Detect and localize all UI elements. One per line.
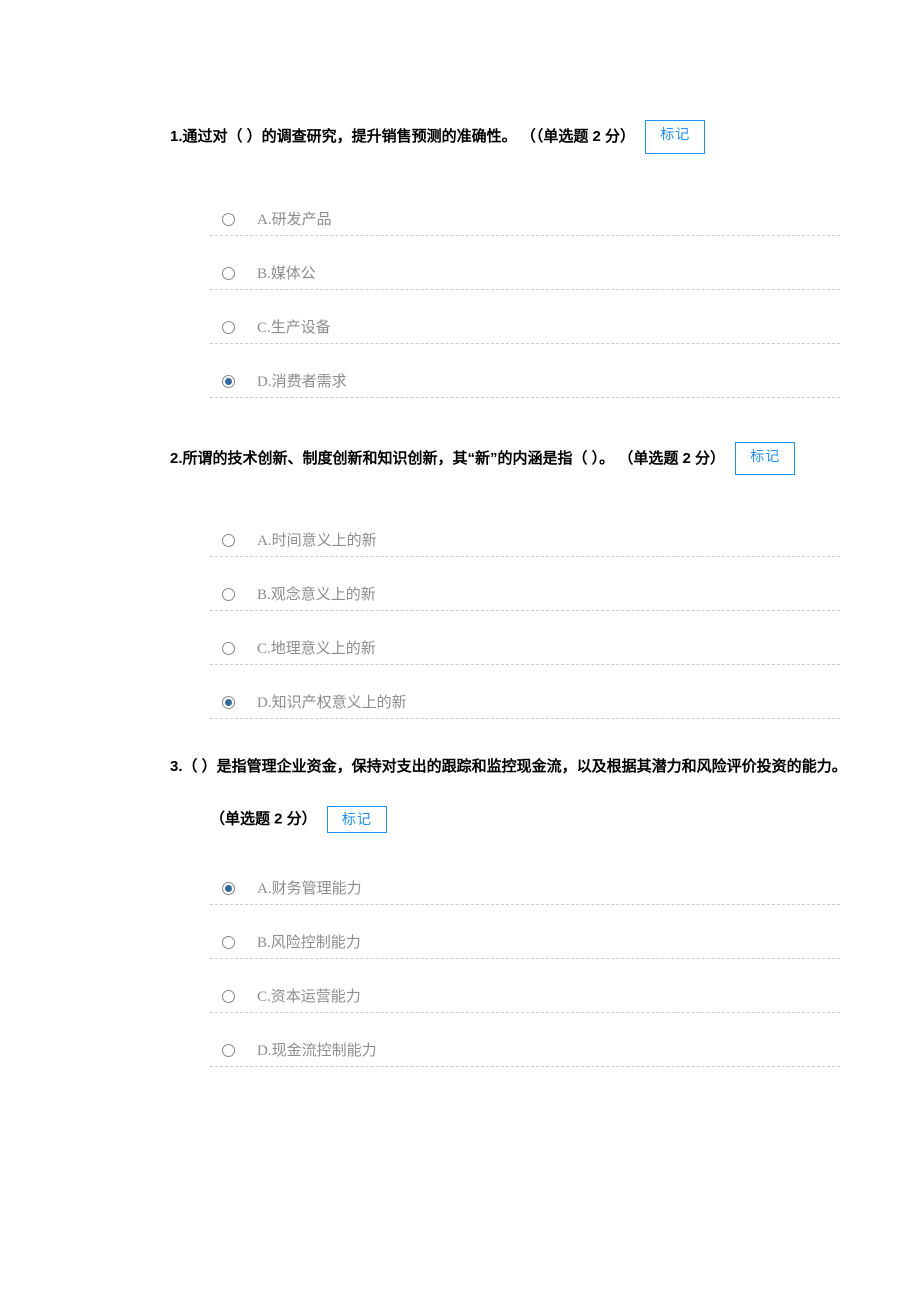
- option-label: C.地理意义上的新: [257, 631, 376, 658]
- question-points: （（单选题 2 分）: [521, 128, 635, 145]
- radio-icon[interactable]: [222, 1044, 235, 1057]
- options-list: A.财务管理能力 B.风险控制能力 C.资本运营能力 D.现金流控制能力: [0, 851, 920, 1067]
- question-text: 通过对（ ）的调查研究，提升销售预测的准确性。: [183, 128, 517, 145]
- radio-icon[interactable]: [222, 882, 235, 895]
- option-b[interactable]: B.观念意义上的新: [210, 557, 840, 611]
- option-label: A.时间意义上的新: [257, 523, 377, 550]
- question-number: 2.: [170, 449, 183, 466]
- option-label: B.观念意义上的新: [257, 577, 376, 604]
- radio-icon[interactable]: [222, 375, 235, 388]
- radio-icon[interactable]: [222, 936, 235, 949]
- option-a[interactable]: A.时间意义上的新: [210, 503, 840, 557]
- question-head: 3.（ ）是指管理企业资金，保持对支出的跟踪和监控现金流，以及根据其潜力和风险评…: [0, 753, 920, 782]
- option-label: A.财务管理能力: [257, 871, 362, 898]
- options-list: A.研发产品 B.媒体公 C.生产设备 D.消费者需求: [0, 182, 920, 398]
- options-list: A.时间意义上的新 B.观念意义上的新 C.地理意义上的新 D.知识产权意义上的…: [0, 503, 920, 719]
- option-d[interactable]: D.知识产权意义上的新: [210, 665, 840, 719]
- option-label: A.研发产品: [257, 202, 332, 229]
- option-label: C.资本运营能力: [257, 979, 361, 1006]
- radio-icon[interactable]: [222, 990, 235, 1003]
- mark-button[interactable]: 标记: [327, 806, 387, 833]
- option-c[interactable]: C.地理意义上的新: [210, 611, 840, 665]
- question-text: 所谓的技术创新、制度创新和知识创新，其“新”的内涵是指（ ）。: [183, 449, 615, 466]
- option-label: D.知识产权意义上的新: [257, 685, 407, 712]
- option-d[interactable]: D.现金流控制能力: [210, 1013, 840, 1067]
- question-number: 1.: [170, 128, 183, 145]
- option-b[interactable]: B.媒体公: [210, 236, 840, 290]
- question-number: 3.: [170, 758, 183, 775]
- mark-button[interactable]: 标记: [645, 120, 705, 154]
- option-c[interactable]: C.资本运营能力: [210, 959, 840, 1013]
- radio-icon[interactable]: [222, 213, 235, 226]
- question-points-line: （单选题 2 分） 标记: [0, 806, 920, 833]
- radio-icon[interactable]: [222, 696, 235, 709]
- mark-button[interactable]: 标记: [735, 442, 795, 476]
- option-label: C.生产设备: [257, 310, 331, 337]
- radio-icon[interactable]: [222, 321, 235, 334]
- question-head: 1.通过对（ ）的调查研究，提升销售预测的准确性。 （（单选题 2 分） 标记: [0, 120, 920, 154]
- option-label: B.媒体公: [257, 256, 316, 283]
- option-a[interactable]: A.研发产品: [210, 182, 840, 236]
- question-points: （单选题 2 分）: [618, 449, 725, 466]
- question-points: （单选题 2 分）: [210, 810, 317, 827]
- radio-icon[interactable]: [222, 534, 235, 547]
- question-text: （ ）是指管理企业资金，保持对支出的跟踪和监控现金流，以及根据其潜力和风险评价投…: [183, 758, 847, 775]
- radio-icon[interactable]: [222, 267, 235, 280]
- option-b[interactable]: B.风险控制能力: [210, 905, 840, 959]
- question-3: 3.（ ）是指管理企业资金，保持对支出的跟踪和监控现金流，以及根据其潜力和风险评…: [0, 753, 920, 1067]
- question-head: 2.所谓的技术创新、制度创新和知识创新，其“新”的内涵是指（ ）。 （单选题 2…: [0, 442, 920, 476]
- question-2: 2.所谓的技术创新、制度创新和知识创新，其“新”的内涵是指（ ）。 （单选题 2…: [0, 442, 920, 720]
- radio-icon[interactable]: [222, 588, 235, 601]
- option-d[interactable]: D.消费者需求: [210, 344, 840, 398]
- option-a[interactable]: A.财务管理能力: [210, 851, 840, 905]
- radio-icon[interactable]: [222, 642, 235, 655]
- option-c[interactable]: C.生产设备: [210, 290, 840, 344]
- option-label: B.风险控制能力: [257, 925, 361, 952]
- option-label: D.消费者需求: [257, 364, 347, 391]
- question-1: 1.通过对（ ）的调查研究，提升销售预测的准确性。 （（单选题 2 分） 标记 …: [0, 120, 920, 398]
- option-label: D.现金流控制能力: [257, 1033, 377, 1060]
